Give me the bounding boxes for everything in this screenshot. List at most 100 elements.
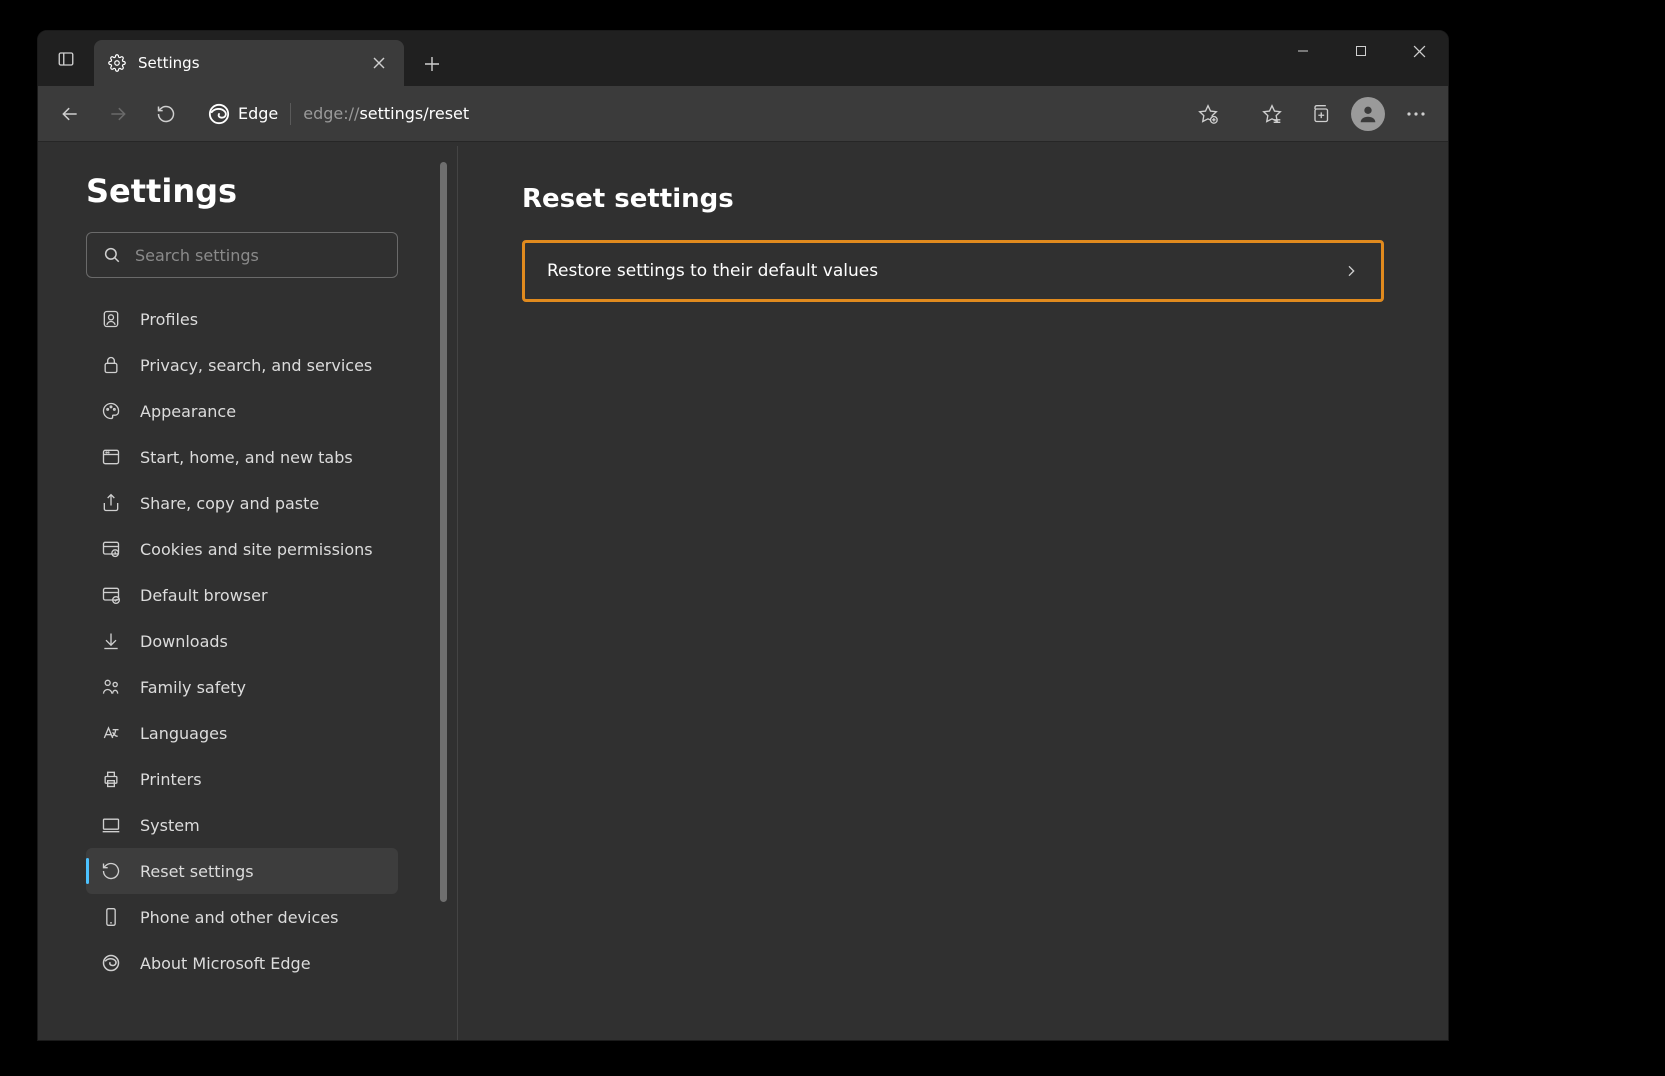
panel-icon xyxy=(57,50,75,68)
nav-default-browser[interactable]: Default browser xyxy=(86,572,398,618)
window-icon xyxy=(100,447,122,467)
window-maximize[interactable] xyxy=(1332,31,1390,71)
nav-profiles[interactable]: Profiles xyxy=(86,296,398,342)
nav-label: About Microsoft Edge xyxy=(140,954,311,973)
star-lines-icon xyxy=(1262,104,1282,124)
lock-icon xyxy=(100,355,122,375)
tab-title: Settings xyxy=(138,54,356,72)
page-heading: Reset settings xyxy=(522,184,1384,214)
nav-label: Phone and other devices xyxy=(140,908,338,927)
scrollbar-thumb[interactable] xyxy=(440,162,447,902)
maximize-icon xyxy=(1355,45,1367,57)
nav-start[interactable]: Start, home, and new tabs xyxy=(86,434,398,480)
site-identity[interactable]: Edge xyxy=(208,103,278,125)
more-icon xyxy=(1406,111,1426,117)
nav-label: Downloads xyxy=(140,632,228,651)
nav-languages[interactable]: Languages xyxy=(86,710,398,756)
edge-icon xyxy=(208,103,230,125)
forward-button[interactable] xyxy=(96,92,140,136)
address-divider xyxy=(290,103,291,125)
nav-label: Appearance xyxy=(140,402,236,421)
arrow-left-icon xyxy=(60,104,80,124)
site-identity-label: Edge xyxy=(238,104,278,123)
language-icon xyxy=(100,723,122,743)
system-icon xyxy=(100,815,122,835)
arrow-right-icon xyxy=(108,104,128,124)
search-input[interactable] xyxy=(135,246,381,265)
nav-label: Printers xyxy=(140,770,202,789)
nav-cookies[interactable]: Cookies and site permissions xyxy=(86,526,398,572)
collections-button[interactable] xyxy=(1298,92,1342,136)
nav-phone[interactable]: Phone and other devices xyxy=(86,894,398,940)
nav-share[interactable]: Share, copy and paste xyxy=(86,480,398,526)
profile-icon xyxy=(100,309,122,329)
nav-reset-settings[interactable]: Reset settings xyxy=(86,848,398,894)
download-icon xyxy=(100,631,122,651)
add-favorite-button[interactable] xyxy=(1186,92,1230,136)
browser-window: Settings Edge edge://settings/reset xyxy=(37,30,1449,1041)
nav-appearance[interactable]: Appearance xyxy=(86,388,398,434)
close-icon xyxy=(373,57,385,69)
window-minimize[interactable] xyxy=(1274,31,1332,71)
share-icon xyxy=(100,493,122,513)
nav-label: Reset settings xyxy=(140,862,254,881)
content-area: Settings Profiles Privacy, search, and s… xyxy=(38,142,1448,1040)
nav-label: Profiles xyxy=(140,310,198,329)
reset-icon xyxy=(100,861,122,881)
new-tab-button[interactable] xyxy=(410,42,454,86)
edge-icon xyxy=(100,953,122,973)
printer-icon xyxy=(100,769,122,789)
settings-title: Settings xyxy=(86,172,398,210)
search-icon xyxy=(103,246,121,264)
nav-label: Privacy, search, and services xyxy=(140,356,372,375)
chevron-right-icon xyxy=(1343,263,1359,279)
nav-label: Default browser xyxy=(140,586,268,605)
settings-nav: Profiles Privacy, search, and services A… xyxy=(86,296,398,986)
refresh-icon xyxy=(156,104,176,124)
option-label: Restore settings to their default values xyxy=(547,261,878,281)
minimize-icon xyxy=(1297,45,1309,57)
titlebar: Settings xyxy=(38,31,1448,86)
family-icon xyxy=(100,677,122,697)
avatar-icon xyxy=(1351,97,1385,131)
phone-icon xyxy=(100,907,122,927)
nav-label: Share, copy and paste xyxy=(140,494,319,513)
close-icon xyxy=(1413,45,1426,58)
back-button[interactable] xyxy=(48,92,92,136)
refresh-button[interactable] xyxy=(144,92,188,136)
nav-label: Family safety xyxy=(140,678,246,697)
tab-settings[interactable]: Settings xyxy=(94,40,404,86)
star-plus-icon xyxy=(1198,104,1218,124)
address-bar[interactable]: Edge edge://settings/reset xyxy=(198,94,1240,134)
tab-close-button[interactable] xyxy=(368,52,390,74)
collections-icon xyxy=(1310,104,1330,124)
favorites-button[interactable] xyxy=(1250,92,1294,136)
settings-main: Reset settings Restore settings to their… xyxy=(458,142,1448,1040)
browser-check-icon xyxy=(100,585,122,605)
gear-icon xyxy=(108,54,126,72)
nav-label: Start, home, and new tabs xyxy=(140,448,353,467)
toolbar: Edge edge://settings/reset xyxy=(38,86,1448,142)
nav-downloads[interactable]: Downloads xyxy=(86,618,398,664)
settings-sidebar: Settings Profiles Privacy, search, and s… xyxy=(38,142,446,1040)
url-text: edge://settings/reset xyxy=(303,104,469,123)
nav-label: Cookies and site permissions xyxy=(140,540,373,559)
palette-icon xyxy=(100,401,122,421)
restore-defaults-option[interactable]: Restore settings to their default values xyxy=(522,240,1384,302)
nav-label: System xyxy=(140,816,200,835)
window-controls xyxy=(1274,31,1448,71)
nav-family[interactable]: Family safety xyxy=(86,664,398,710)
sidebar-scrollbar[interactable] xyxy=(446,162,449,902)
app-menu-button[interactable] xyxy=(1394,92,1438,136)
tab-actions-button[interactable] xyxy=(38,31,94,86)
nav-printers[interactable]: Printers xyxy=(86,756,398,802)
permissions-icon xyxy=(100,539,122,559)
window-close[interactable] xyxy=(1390,31,1448,71)
plus-icon xyxy=(424,56,440,72)
nav-privacy[interactable]: Privacy, search, and services xyxy=(86,342,398,388)
nav-system[interactable]: System xyxy=(86,802,398,848)
profile-button[interactable] xyxy=(1346,92,1390,136)
nav-label: Languages xyxy=(140,724,227,743)
search-settings[interactable] xyxy=(86,232,398,278)
nav-about[interactable]: About Microsoft Edge xyxy=(86,940,398,986)
